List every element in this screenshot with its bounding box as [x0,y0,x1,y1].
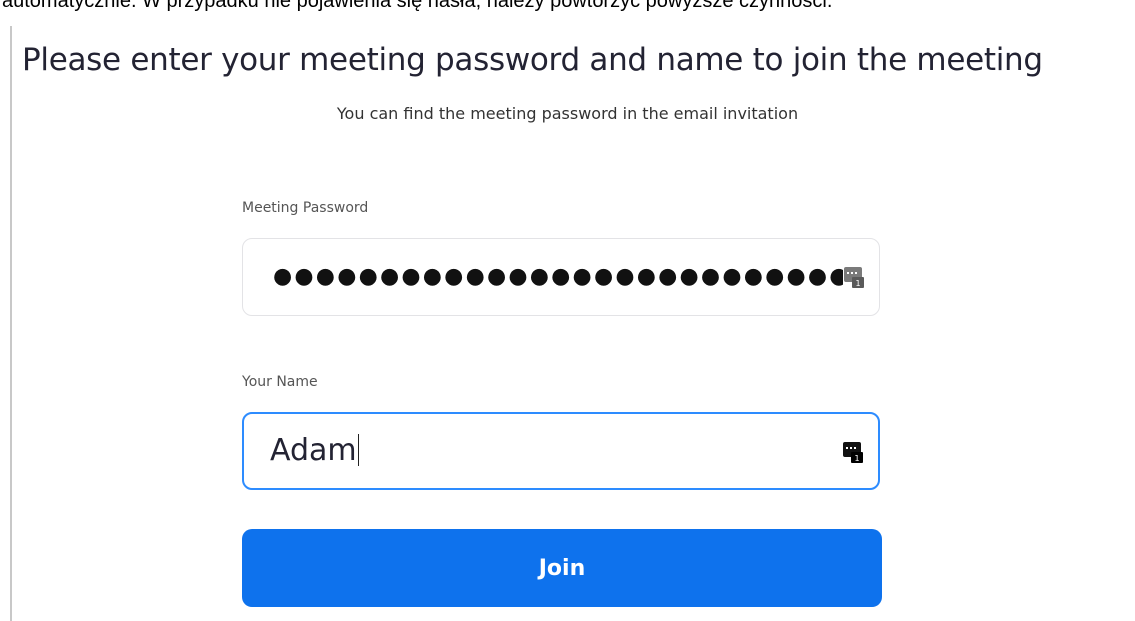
page-title: Please enter your meeting password and n… [22,42,1043,78]
name-field[interactable]: Adam 1 [242,412,880,490]
password-label: Meeting Password [242,200,369,216]
join-button[interactable]: Join [242,529,882,607]
instruction-text: automatycznie. W przypadku nie pojawieni… [2,0,833,12]
password-field[interactable]: ●●●●●●●●●●●●●●●●●●●●●●●●●●●●●● 1 [242,238,880,316]
svg-text:1: 1 [855,279,860,288]
name-value: Adam [270,433,357,468]
text-caret [357,434,359,466]
password-mask: ●●●●●●●●●●●●●●●●●●●●●●●●●●●●●● [273,266,843,288]
name-label: Your Name [242,374,318,390]
key-icon[interactable]: 1 [842,440,864,464]
page-subtitle: You can find the meeting password in the… [336,104,799,123]
svg-text:1: 1 [854,454,859,463]
key-icon[interactable]: 1 [843,265,865,289]
